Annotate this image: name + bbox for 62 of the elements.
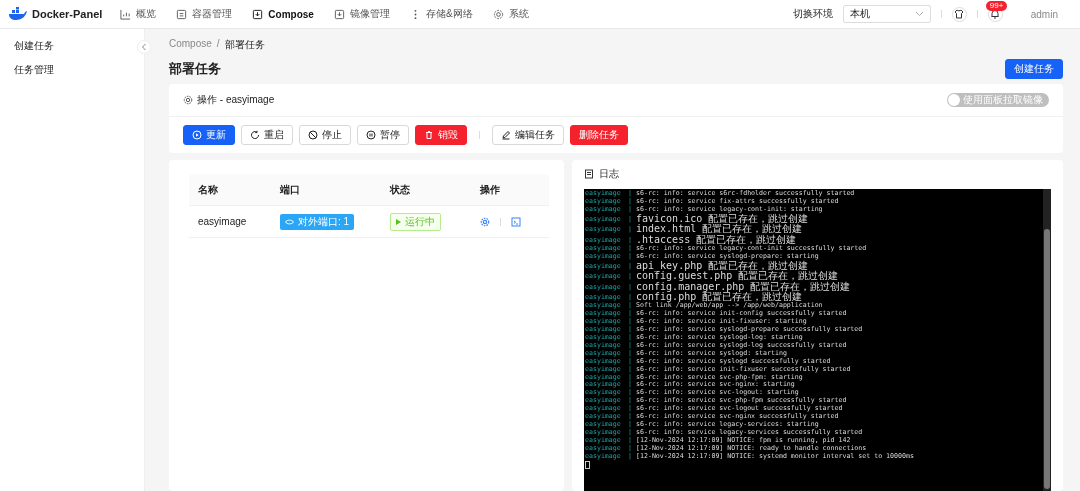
env-label: 切换环境 [792, 7, 833, 21]
column-header: 状态 [388, 182, 411, 197]
pen-icon [501, 130, 511, 140]
nav-item[interactable]: Compose [244, 7, 322, 21]
page-title: 部署任务 [169, 60, 221, 78]
column-header: 名称 [197, 182, 219, 197]
column-header: 操作 [479, 182, 501, 197]
shirt-button[interactable] [951, 6, 967, 22]
nav-item[interactable]: 概览 [112, 7, 165, 21]
nav-item[interactable]: 存储&网络 [401, 7, 481, 21]
settings-icon[interactable] [480, 216, 490, 227]
box-icon [176, 8, 188, 20]
breadcrumb-separator: / [216, 38, 220, 51]
breadcrumb-item: 部署任务 [224, 38, 265, 52]
action-button[interactable]: 删除任务 [570, 125, 628, 145]
settings-icon [183, 95, 193, 105]
sidebar-item[interactable]: 任务管理 [14, 59, 54, 83]
log-line: config.manager.php 配置已存在，跳过创建 [636, 281, 851, 292]
bell-icon [990, 9, 1001, 19]
status-tag: 运行中 [390, 212, 441, 231]
restart-icon [250, 130, 260, 140]
log-line: index.html 配置已存在，跳过创建 [636, 224, 803, 235]
table-cell-text: easyimage [197, 216, 248, 227]
log-line: .htaccess 配置已存在，跳过创建 [636, 234, 797, 245]
user-name[interactable]: admin [1030, 8, 1058, 20]
action-button[interactable]: 编辑任务 [492, 125, 564, 145]
log-line: api_key.php 配置已存在，跳过创建 [636, 260, 809, 272]
document-icon [584, 169, 594, 179]
chart-icon [120, 8, 132, 20]
nav-item[interactable]: 系统 [484, 7, 537, 21]
log-line: config.guest.php 配置已存在，跳过创建 [636, 271, 839, 282]
play-icon [192, 130, 202, 140]
action-button[interactable]: 重启 [241, 125, 293, 145]
card-title: 日志 [599, 167, 619, 181]
app-title: Docker-Panel [32, 8, 103, 20]
trash-icon [424, 130, 434, 140]
env-select[interactable]: 本机 [842, 5, 931, 23]
card-title: 操作 - easyimage [197, 93, 275, 107]
chevron-left-icon [141, 43, 147, 51]
action-button[interactable]: 更新 [183, 125, 235, 145]
create-task-button[interactable]: 创建任务 [1005, 59, 1063, 79]
log-line: config.php 配置已存在，跳过创建 [636, 291, 803, 302]
pause-icon [366, 130, 376, 140]
action-button[interactable]: 暂停 [357, 125, 409, 145]
notification-badge: 99+ [985, 0, 1008, 11]
shirt-icon [954, 9, 965, 19]
port-tag: 对外端口: 1 [280, 213, 355, 230]
action-button[interactable]: 销毁 [415, 125, 467, 145]
eye-icon [285, 218, 294, 225]
play-icon [396, 218, 401, 225]
file-icon [252, 8, 264, 20]
whale-logo-icon [8, 7, 28, 21]
nav-item[interactable]: 容器管理 [168, 7, 241, 21]
settings-icon [492, 8, 504, 20]
nav-item[interactable]: 镜像管理 [325, 7, 398, 21]
chevron-down-icon [914, 11, 924, 17]
terminal-icon[interactable] [511, 216, 521, 227]
file-icon [333, 8, 345, 20]
stop-icon [308, 130, 318, 140]
column-header: 端口 [279, 182, 301, 197]
sidebar-item[interactable]: 创建任务 [14, 35, 54, 59]
action-button[interactable]: 停止 [299, 125, 351, 145]
